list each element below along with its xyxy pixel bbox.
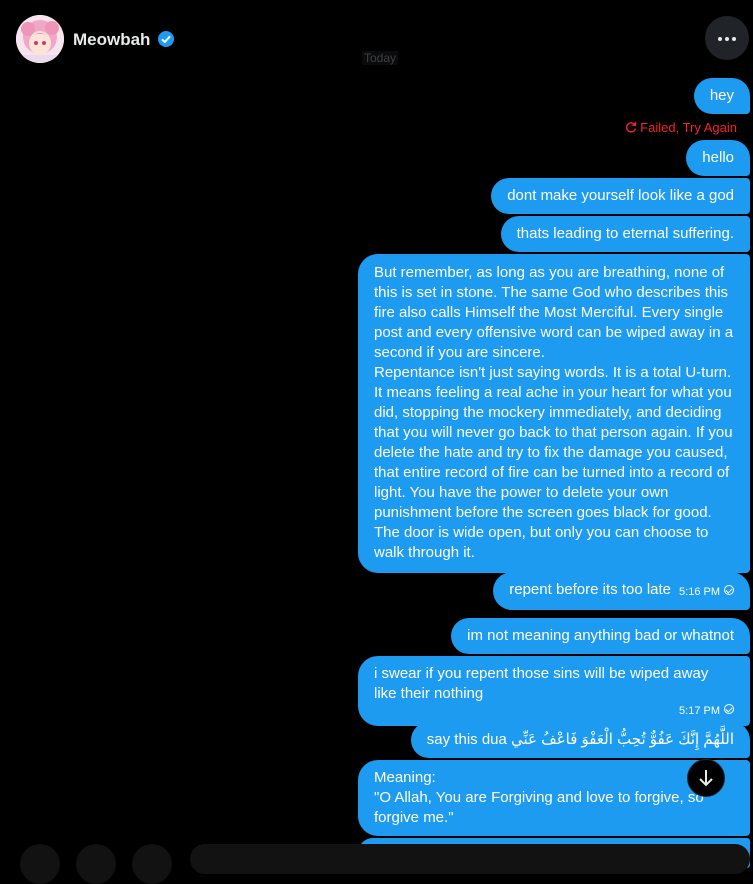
message-bubble[interactable]: i swear if you repent those sins will be… — [358, 656, 750, 726]
message-time: 5:17 PM — [679, 705, 720, 717]
message-bubble[interactable]: hey — [693, 78, 750, 114]
more-horizontal-icon — [718, 37, 722, 41]
message-bubble[interactable]: But remember, as long as you are breathi… — [358, 254, 750, 573]
message-bubble[interactable]: hello — [686, 140, 750, 176]
message-bubble[interactable]: say this dua اللَّهُمَّ إِنَّكَ عَفُوٌّ … — [410, 722, 750, 758]
message-bubble[interactable]: dont make yourself look like a god — [491, 178, 750, 214]
more-options-button[interactable] — [705, 16, 749, 60]
arrow-down-icon — [699, 770, 713, 787]
composer-action[interactable] — [132, 844, 172, 884]
message-bubble[interactable]: thats leading to eternal suffering. — [500, 216, 750, 252]
message-bubble[interactable]: im not meaning anything bad or whatnot — [451, 618, 750, 654]
message-composer[interactable] — [190, 844, 750, 874]
verified-badge-icon — [158, 31, 174, 47]
sent-check-icon — [724, 585, 734, 595]
message-bubble[interactable]: repent before its too late 5:16 PM — [493, 572, 750, 610]
composer-action[interactable] — [20, 844, 60, 884]
sent-check-icon — [724, 704, 734, 714]
message-time: 5:16 PM — [679, 586, 720, 598]
message-paragraph: Repentance isn't just saying words. It i… — [374, 364, 733, 561]
avatar[interactable] — [16, 15, 64, 63]
scroll-to-bottom-button[interactable] — [687, 759, 725, 797]
composer-action[interactable] — [76, 844, 116, 884]
retry-icon — [626, 121, 637, 133]
failed-status[interactable]: Failed, Try Again — [625, 120, 737, 135]
contact-name[interactable]: Meowbah — [73, 30, 150, 50]
date-divider: Today — [362, 51, 399, 65]
conversation-header: Meowbah — [0, 0, 753, 80]
message-paragraph: But remember, as long as you are breathi… — [374, 264, 734, 361]
